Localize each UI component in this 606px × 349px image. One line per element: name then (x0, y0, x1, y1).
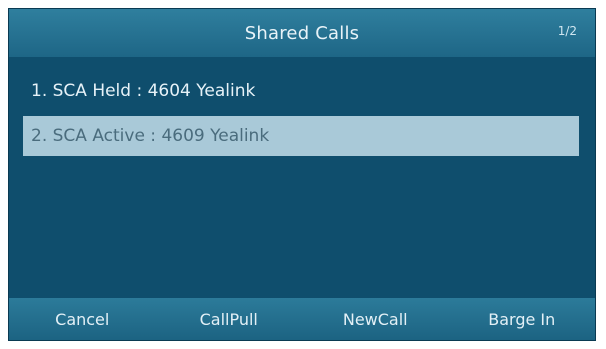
title-bar: Shared Calls 1/2 (9, 9, 595, 57)
softkey-bar: Cancel CallPull NewCall Barge In (9, 298, 595, 340)
cancel-button[interactable]: Cancel (9, 310, 156, 329)
phone-screen: Shared Calls 1/2 1. SCA Held : 4604 Yeal… (8, 8, 596, 341)
shared-calls-list: 1. SCA Held : 4604 Yealink 2. SCA Active… (9, 57, 595, 301)
barge-in-button[interactable]: Barge In (449, 310, 596, 329)
page-title: Shared Calls (244, 22, 360, 44)
call-item-held[interactable]: 1. SCA Held : 4604 Yealink (23, 71, 579, 111)
call-item-label: 1. SCA Held : 4604 Yealink (31, 81, 256, 101)
newcall-button[interactable]: NewCall (302, 310, 449, 329)
call-item-label: 2. SCA Active : 4609 Yealink (31, 126, 270, 146)
call-item-active[interactable]: 2. SCA Active : 4609 Yealink (23, 116, 579, 156)
callpull-button[interactable]: CallPull (156, 310, 303, 329)
page-counter: 1/2 (557, 24, 577, 38)
